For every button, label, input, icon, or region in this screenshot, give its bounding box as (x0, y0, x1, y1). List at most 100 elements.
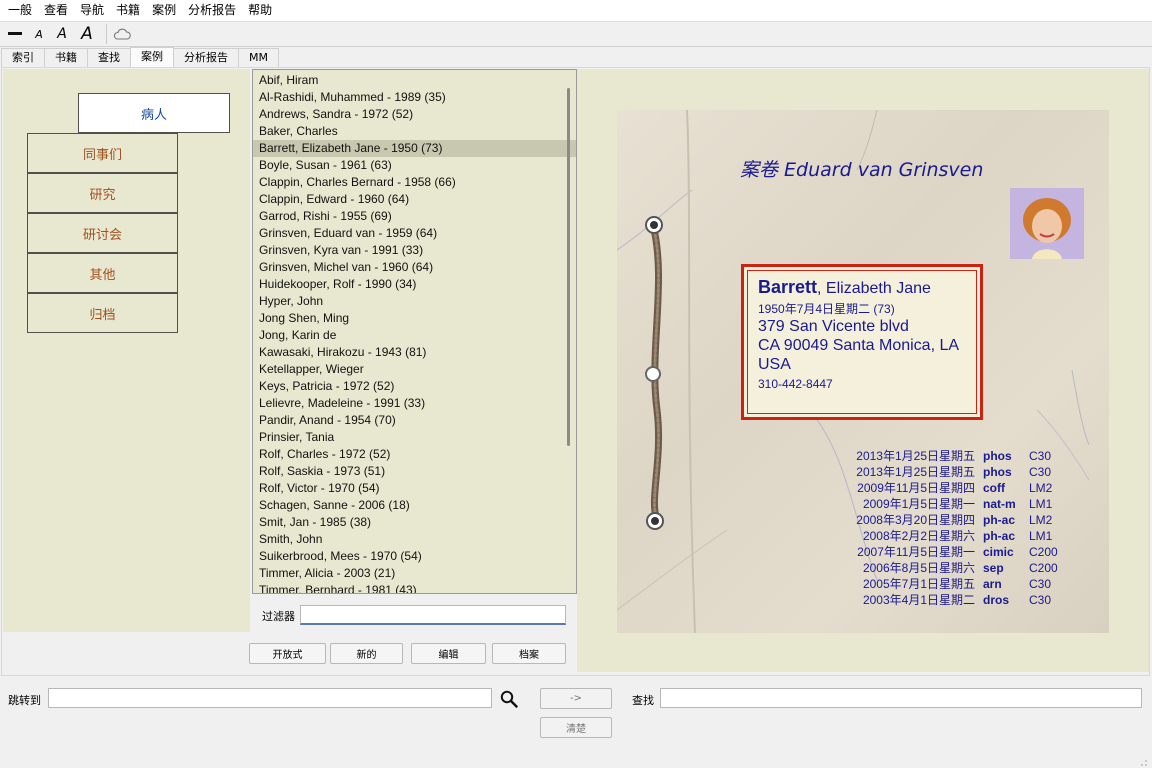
patient-list-item[interactable]: Smith, John (253, 531, 576, 548)
patient-list-item[interactable]: Grinsven, Kyra van - 1991 (33) (253, 242, 576, 259)
menu-navigate[interactable]: 导航 (76, 0, 112, 21)
patient-list-item[interactable]: Boyle, Susan - 1961 (63) (253, 157, 576, 174)
new-button[interactable]: 新的 (330, 643, 403, 664)
patient-list-item[interactable]: Rolf, Charles - 1972 (52) (253, 446, 576, 463)
patient-list-item[interactable]: Lelievre, Madeleine - 1991 (33) (253, 395, 576, 412)
patient-list-item[interactable]: Hyper, John (253, 293, 576, 310)
patient-list-item[interactable]: Pandir, Anand - 1954 (70) (253, 412, 576, 429)
patient-list-item[interactable]: Clappin, Charles Bernard - 1958 (66) (253, 174, 576, 191)
tab-cases[interactable]: 案例 (130, 47, 174, 67)
menu-analysis[interactable]: 分析报告 (184, 0, 244, 21)
toolbar-divider (106, 24, 107, 44)
prescription-remedy: ph-ac (983, 529, 1016, 543)
cloud-icon[interactable] (111, 23, 133, 45)
prescription-date: 2008年2月2日星期六 (862, 529, 975, 543)
menu-general[interactable]: 一般 (4, 0, 40, 21)
open-button[interactable]: 开放式 (249, 643, 326, 664)
patient-list-item[interactable]: Suikerbrood, Mees - 1970 (54) (253, 548, 576, 565)
goto-arrow-button[interactable]: -> (540, 688, 612, 709)
tab-analysis[interactable]: 分析报告 (173, 48, 239, 67)
patient-list-item[interactable]: Smit, Jan - 1985 (38) (253, 514, 576, 531)
prescription-remedy: cimic (983, 545, 1014, 559)
resize-grip-icon[interactable] (1140, 756, 1148, 766)
prescription-date: 2013年1月25日星期五 (856, 449, 975, 463)
nav-tab-patients[interactable]: 病人 (78, 93, 230, 133)
nav-tab-seminars[interactable]: 研讨会 (27, 213, 178, 253)
patient-card: Barrett, Elizabeth Jane 1950年7月4日星期二 (73… (741, 264, 983, 420)
prescription-remedy: arn (983, 577, 1002, 591)
patient-list-item[interactable]: Rolf, Victor - 1970 (54) (253, 480, 576, 497)
menu-books[interactable]: 书籍 (112, 0, 148, 21)
goto-label: 跳转到 (8, 694, 41, 707)
tab-mm[interactable]: MM (238, 48, 279, 67)
menu-bar: 一般 查看 导航 书籍 案例 分析报告 帮助 (0, 0, 1152, 21)
prescription-row: 2009年1月5日星期一 nat-m LM1 (841, 496, 1058, 512)
tab-index[interactable]: 索引 (1, 48, 45, 67)
patient-list-item[interactable]: Prinsier, Tania (253, 429, 576, 446)
prescription-remedy: sep (983, 561, 1004, 575)
patient-first-names: , Elizabeth Jane (817, 280, 931, 297)
patient-list-item[interactable]: Clappin, Edward - 1960 (64) (253, 191, 576, 208)
patient-list-item[interactable]: Huidekooper, Rolf - 1990 (34) (253, 276, 576, 293)
nav-tab-colleagues[interactable]: 同事们 (27, 133, 178, 173)
patient-list-box[interactable]: Abif, Hiram Al-Rashidi, Muhammed - 1989 (… (252, 69, 577, 594)
patient-phone: 310-442-8447 (758, 377, 833, 391)
patient-list-item[interactable]: Baker, Charles (253, 123, 576, 140)
edit-button[interactable]: 编辑 (411, 643, 486, 664)
patient-list-item[interactable]: Schagen, Sanne - 2006 (18) (253, 497, 576, 514)
patient-list-item[interactable]: Grinsven, Eduard van - 1959 (64) (253, 225, 576, 242)
prescription-potency: C30 (1029, 465, 1052, 479)
patient-list-item[interactable]: Timmer, Alicia - 2003 (21) (253, 565, 576, 582)
patient-name: Barrett, Elizabeth Jane (758, 277, 980, 298)
nav-tab-archive[interactable]: 归档 (27, 293, 178, 333)
patient-street: 379 San Vicente blvd (758, 318, 909, 335)
prescription-potency: LM2 (1029, 481, 1053, 495)
patient-list-item[interactable]: Abif, Hiram (253, 72, 576, 89)
list-scrollbar[interactable] (567, 88, 570, 446)
menu-cases[interactable]: 案例 (148, 0, 184, 21)
prescription-date: 2008年3月20日星期四 (856, 513, 975, 527)
patient-list-item[interactable]: Garrod, Rishi - 1955 (69) (253, 208, 576, 225)
tab-books[interactable]: 书籍 (44, 48, 88, 67)
patient-list-item[interactable]: Timmer, Bernhard - 1981 (43) (253, 582, 576, 593)
tab-bar: 索引 书籍 查找 案例 分析报告 MM (0, 47, 1152, 67)
nav-tab-research[interactable]: 研究 (27, 173, 178, 213)
find-input[interactable] (660, 688, 1142, 708)
goto-input[interactable] (48, 688, 492, 708)
search-icon[interactable] (498, 688, 520, 710)
patient-list-item[interactable]: Ketellapper, Wieger (253, 361, 576, 378)
font-normal-button[interactable]: A (52, 23, 72, 45)
patient-list-item[interactable]: Jong, Karin de (253, 327, 576, 344)
prescription-potency: C30 (1029, 593, 1052, 607)
minus-icon[interactable] (4, 23, 26, 45)
find-label: 查找 (632, 694, 654, 707)
font-larger-button[interactable]: A (76, 23, 98, 45)
prescription-remedy: dros (983, 593, 1010, 607)
patient-list-item[interactable]: Kawasaki, Hirakozu - 1943 (81) (253, 344, 576, 361)
prescription-row: 2013年1月25日星期五 phos C30 (841, 464, 1058, 480)
filter-input[interactable] (300, 605, 566, 625)
prescription-potency: C200 (1029, 545, 1058, 559)
prescription-row: 2003年4月1日星期二 dros C30 (841, 592, 1058, 608)
patient-list-item[interactable]: Barrett, Elizabeth Jane - 1950 (73) (253, 140, 576, 157)
archive-button[interactable]: 档案 (492, 643, 566, 664)
patient-list-item[interactable]: Andrews, Sandra - 1972 (52) (253, 106, 576, 123)
patient-photo (1010, 188, 1084, 259)
prescription-potency: LM2 (1029, 513, 1053, 527)
font-smaller-button[interactable]: A (30, 23, 48, 45)
patient-list-item[interactable]: Keys, Patricia - 1972 (52) (253, 378, 576, 395)
patient-list-item[interactable]: Jong Shen, Ming (253, 310, 576, 327)
menu-help[interactable]: 帮助 (244, 0, 280, 21)
tab-find[interactable]: 查找 (87, 48, 131, 67)
nav-tab-other[interactable]: 其他 (27, 253, 178, 293)
patient-list-item[interactable]: Al-Rashidi, Muhammed - 1989 (35) (253, 89, 576, 106)
menu-view[interactable]: 查看 (40, 0, 76, 21)
clear-button[interactable]: 清楚 (540, 717, 612, 738)
patient-list-item[interactable]: Grinsven, Michel van - 1960 (64) (253, 259, 576, 276)
patient-list[interactable]: Abif, Hiram Al-Rashidi, Muhammed - 1989 (… (253, 70, 576, 593)
prescription-row: 2008年2月2日星期六 ph-ac LM1 (841, 528, 1058, 544)
case-folder[interactable]: 案卷 Eduard van Grinsven Barrett, Elizabet… (617, 110, 1109, 633)
folder-title: 案卷 Eduard van Grinsven (740, 159, 984, 181)
patient-list-item[interactable]: Rolf, Saskia - 1973 (51) (253, 463, 576, 480)
prescription-date: 2007年11月5日星期一 (857, 545, 975, 559)
